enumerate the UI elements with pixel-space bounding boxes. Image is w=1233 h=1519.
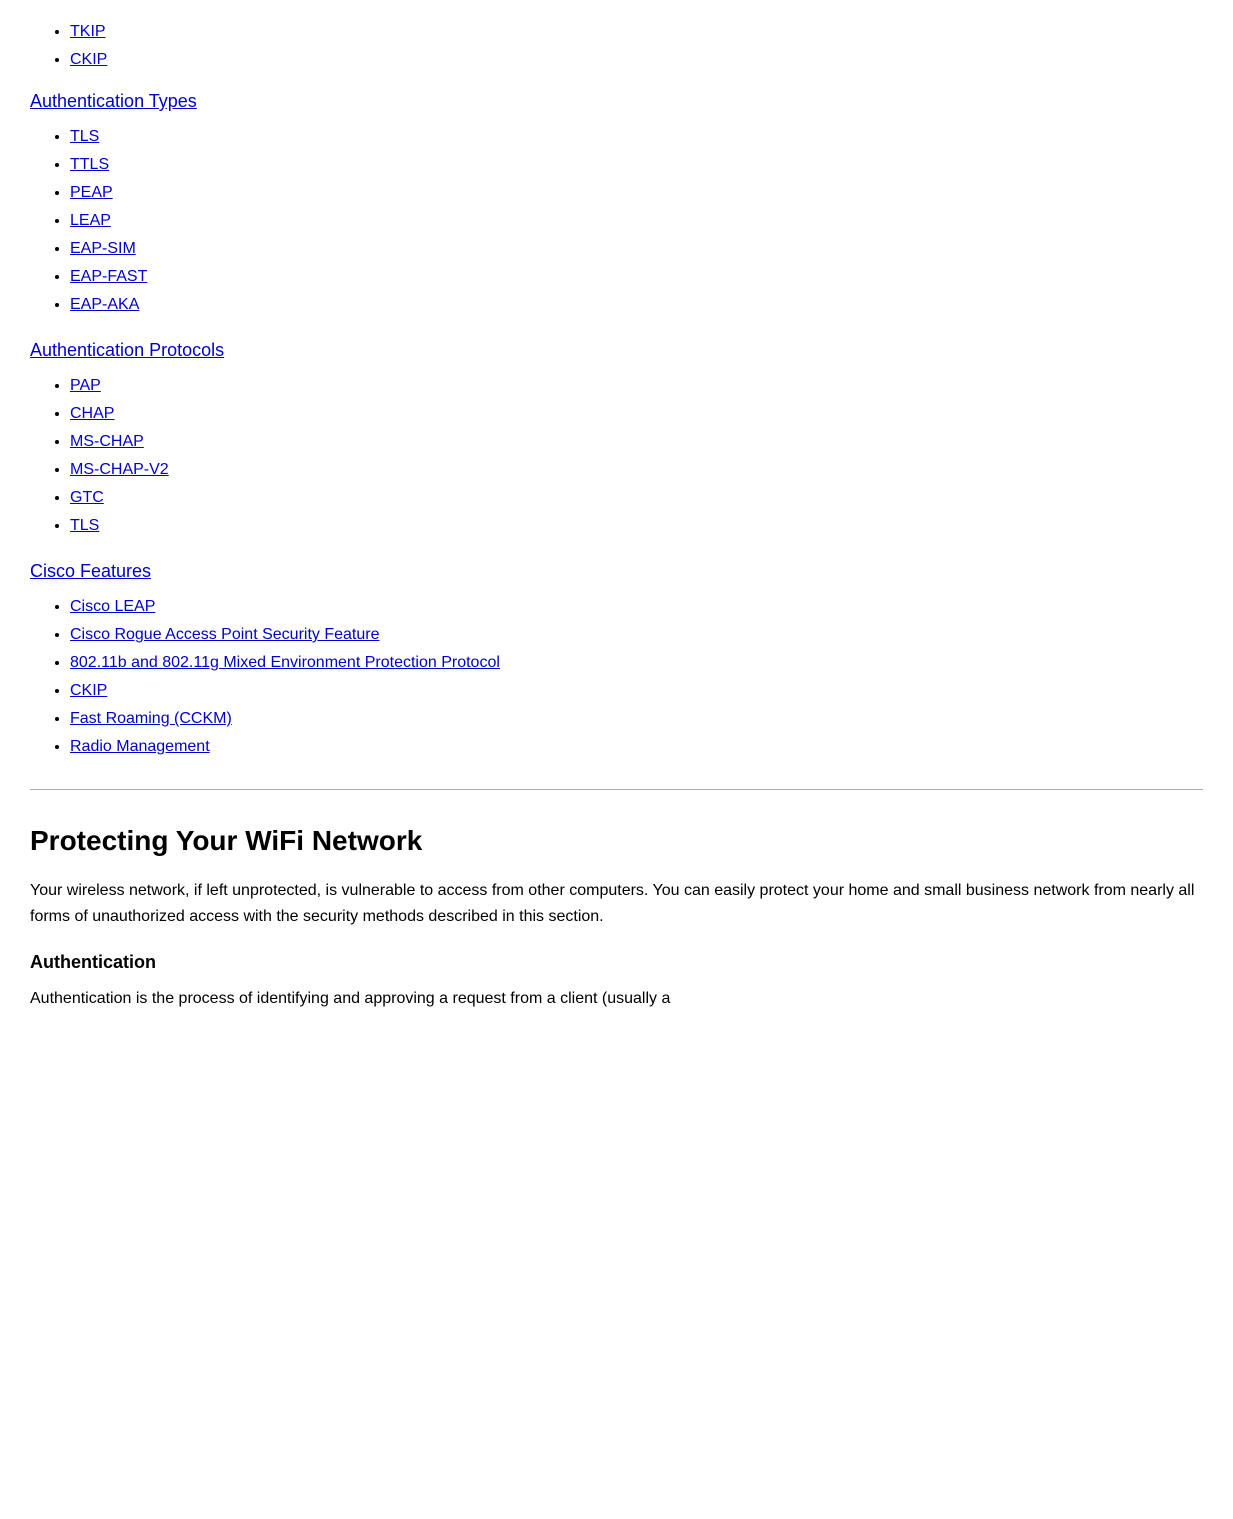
authentication-body: Authentication is the process of identif… [30, 986, 1203, 1012]
80211-protocol-link[interactable]: 802.11b and 802.11g Mixed Environment Pr… [70, 654, 500, 671]
authentication-types-section: Authentication Types TLS TTLS PEAP LEAP … [30, 88, 1203, 317]
list-item: MS-CHAP [70, 430, 1203, 454]
tls-protocol-link[interactable]: TLS [70, 517, 99, 534]
authentication-types-heading[interactable]: Authentication Types [30, 88, 197, 115]
list-item: EAP-AKA [70, 293, 1203, 317]
main-content-section: Protecting Your WiFi Network Your wirele… [30, 820, 1203, 1012]
list-item: PEAP [70, 181, 1203, 205]
leap-link[interactable]: LEAP [70, 212, 111, 229]
list-item: TLS [70, 125, 1203, 149]
chap-link[interactable]: CHAP [70, 405, 114, 422]
ckip-cisco-link[interactable]: CKIP [70, 682, 107, 699]
list-item: TTLS [70, 153, 1203, 177]
ms-chap-link[interactable]: MS-CHAP [70, 433, 144, 450]
peap-link[interactable]: PEAP [70, 184, 113, 201]
list-item: 802.11b and 802.11g Mixed Environment Pr… [70, 651, 1203, 675]
authentication-protocols-section: Authentication Protocols PAP CHAP MS-CHA… [30, 337, 1203, 538]
list-item: Cisco Rogue Access Point Security Featur… [70, 623, 1203, 647]
list-item: GTC [70, 486, 1203, 510]
radio-management-link[interactable]: Radio Management [70, 738, 210, 755]
eap-aka-link[interactable]: EAP-AKA [70, 296, 139, 313]
cisco-features-heading[interactable]: Cisco Features [30, 558, 151, 585]
ckip-link[interactable]: CKIP [70, 51, 107, 68]
cisco-features-section: Cisco Features Cisco LEAP Cisco Rogue Ac… [30, 558, 1203, 759]
list-item: EAP-FAST [70, 265, 1203, 289]
ttls-link[interactable]: TTLS [70, 156, 109, 173]
list-item: Fast Roaming (CCKM) [70, 707, 1203, 731]
list-item: LEAP [70, 209, 1203, 233]
list-item: CKIP [70, 48, 1203, 72]
list-item: TLS [70, 514, 1203, 538]
eap-fast-link[interactable]: EAP-FAST [70, 268, 147, 285]
eap-sim-link[interactable]: EAP-SIM [70, 240, 136, 257]
page-title: Protecting Your WiFi Network [30, 820, 1203, 862]
list-item: EAP-SIM [70, 237, 1203, 261]
authentication-protocols-heading[interactable]: Authentication Protocols [30, 337, 224, 364]
top-links-section: TKIP CKIP [30, 20, 1203, 72]
divider [30, 789, 1203, 790]
authentication-protocols-list: PAP CHAP MS-CHAP MS-CHAP-V2 GTC TLS [30, 374, 1203, 538]
ms-chap-v2-link[interactable]: MS-CHAP-V2 [70, 461, 169, 478]
authentication-subheading: Authentication [30, 949, 1203, 976]
cisco-features-list: Cisco LEAP Cisco Rogue Access Point Secu… [30, 595, 1203, 759]
tls-link[interactable]: TLS [70, 128, 99, 145]
authentication-types-list: TLS TTLS PEAP LEAP EAP-SIM EAP-FAST EAP-… [30, 125, 1203, 317]
gtc-link[interactable]: GTC [70, 489, 104, 506]
list-item: TKIP [70, 20, 1203, 44]
list-item: CKIP [70, 679, 1203, 703]
top-links-list: TKIP CKIP [30, 20, 1203, 72]
list-item: Cisco LEAP [70, 595, 1203, 619]
tkip-link[interactable]: TKIP [70, 23, 106, 40]
fast-roaming-link[interactable]: Fast Roaming (CCKM) [70, 710, 232, 727]
intro-paragraph: Your wireless network, if left unprotect… [30, 878, 1203, 929]
cisco-leap-link[interactable]: Cisco LEAP [70, 598, 155, 615]
list-item: Radio Management [70, 735, 1203, 759]
list-item: CHAP [70, 402, 1203, 426]
pap-link[interactable]: PAP [70, 377, 101, 394]
cisco-rogue-link[interactable]: Cisco Rogue Access Point Security Featur… [70, 626, 379, 643]
list-item: PAP [70, 374, 1203, 398]
list-item: MS-CHAP-V2 [70, 458, 1203, 482]
